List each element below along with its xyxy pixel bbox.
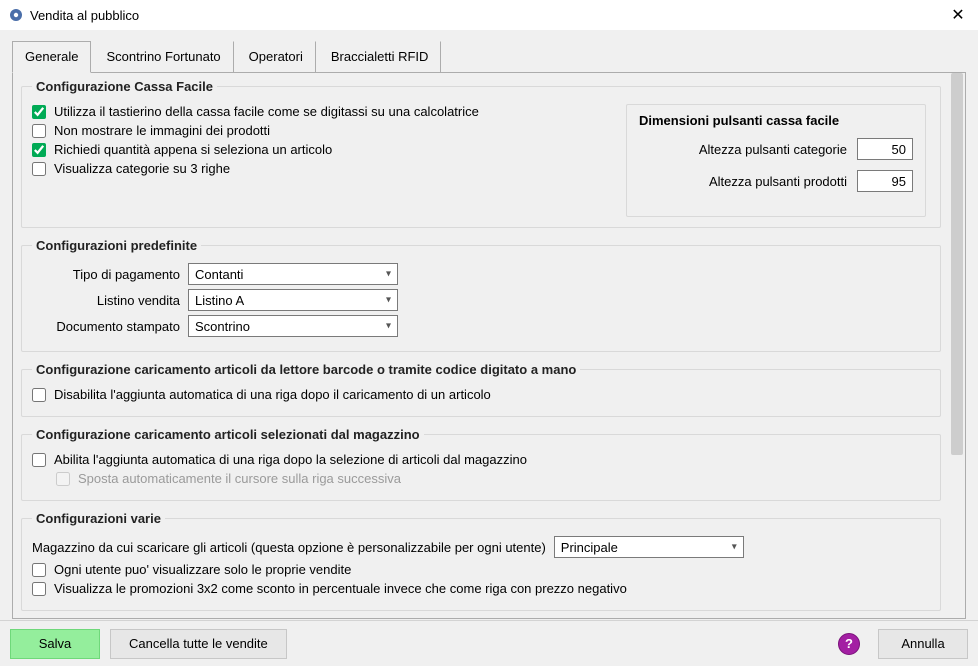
pagamento-select[interactable]: Contanti ▾ (188, 263, 398, 285)
chk-categorie-3righe[interactable] (32, 162, 46, 176)
cancel-all-sales-button-label: Cancella tutte le vendite (129, 636, 268, 651)
chk-no-immagini[interactable] (32, 124, 46, 138)
altezza-prodotti-label: Altezza pulsanti prodotti (709, 174, 847, 189)
scrollbar-thumb[interactable] (951, 73, 963, 455)
help-icon-label: ? (845, 636, 853, 651)
tab-braccialetti-rfid[interactable]: Braccialetti RFID (318, 41, 442, 73)
save-button-label: Salva (39, 636, 72, 651)
altezza-categorie-input[interactable] (857, 138, 913, 160)
tab-scontrino-fortunato[interactable]: Scontrino Fortunato (93, 41, 233, 73)
listino-label: Listino vendita (32, 293, 180, 308)
group-dimensioni-pulsanti-title: Dimensioni pulsanti cassa facile (639, 113, 913, 128)
listino-value: Listino A (195, 293, 244, 308)
chk-disabilita-riga-barcode[interactable] (32, 388, 46, 402)
annulla-button[interactable]: Annulla (878, 629, 968, 659)
tab-generale[interactable]: Generale (12, 41, 91, 73)
close-icon[interactable]: ✕ (946, 5, 970, 25)
chk-promo-3x2[interactable] (32, 582, 46, 596)
chk-disabilita-riga-barcode-label: Disabilita l'aggiunta automatica di una … (54, 387, 491, 402)
chevron-down-icon: ▾ (386, 321, 391, 332)
chk-richiedi-quantita[interactable] (32, 143, 46, 157)
chevron-down-icon: ▾ (386, 269, 391, 280)
save-button[interactable]: Salva (10, 629, 100, 659)
vertical-scrollbar[interactable] (949, 73, 965, 618)
documento-label: Documento stampato (32, 319, 180, 334)
help-icon[interactable]: ? (838, 633, 860, 655)
pagamento-label: Tipo di pagamento (32, 267, 180, 282)
chevron-down-icon: ▾ (732, 542, 737, 553)
chk-abilita-riga-magazzino-label: Abilita l'aggiunta automatica di una rig… (54, 452, 527, 467)
documento-select[interactable]: Scontrino ▾ (188, 315, 398, 337)
group-cassa-facile-legend: Configurazione Cassa Facile (32, 79, 217, 94)
chk-tastierino[interactable] (32, 105, 46, 119)
group-barcode-legend: Configurazione caricamento articoli da l… (32, 362, 580, 377)
group-predefinite-legend: Configurazioni predefinite (32, 238, 201, 253)
chk-tastierino-label: Utilizza il tastierino della cassa facil… (54, 104, 479, 119)
chk-abilita-riga-magazzino[interactable] (32, 453, 46, 467)
tab-operatori[interactable]: Operatori (236, 41, 316, 73)
chk-solo-proprie-vendite-label: Ogni utente puo' visualizzare solo le pr… (54, 562, 351, 577)
listino-select[interactable]: Listino A ▾ (188, 289, 398, 311)
group-magazzino-selezione-legend: Configurazione caricamento articoli sele… (32, 427, 424, 442)
magazzino-scarico-value: Principale (561, 540, 618, 555)
dialog-footer: Salva Cancella tutte le vendite ? Annull… (0, 620, 978, 666)
group-barcode: Configurazione caricamento articoli da l… (21, 362, 941, 417)
documento-value: Scontrino (195, 319, 250, 334)
chk-sposta-cursore (56, 472, 70, 486)
chk-no-immagini-label: Non mostrare le immagini dei prodotti (54, 123, 270, 138)
chk-categorie-3righe-label: Visualizza categorie su 3 righe (54, 161, 230, 176)
chk-solo-proprie-vendite[interactable] (32, 563, 46, 577)
tab-content: Configurazione Cassa Facile Utilizza il … (12, 73, 966, 619)
chk-promo-3x2-label: Visualizza le promozioni 3x2 come sconto… (54, 581, 627, 596)
group-magazzino-selezione: Configurazione caricamento articoli sele… (21, 427, 941, 501)
magazzino-scarico-select[interactable]: Principale ▾ (554, 536, 744, 558)
magazzino-scarico-label: Magazzino da cui scaricare gli articoli … (32, 540, 546, 555)
app-icon (8, 7, 24, 23)
chk-sposta-cursore-label: Sposta automaticamente il cursore sulla … (78, 471, 401, 486)
tab-bar: Generale Scontrino Fortunato Operatori B… (12, 40, 966, 73)
cancel-all-sales-button[interactable]: Cancella tutte le vendite (110, 629, 287, 659)
group-cassa-facile: Configurazione Cassa Facile Utilizza il … (21, 79, 941, 228)
pagamento-value: Contanti (195, 267, 243, 282)
scroll-area: Configurazione Cassa Facile Utilizza il … (13, 73, 949, 618)
chevron-down-icon: ▾ (386, 295, 391, 306)
window-title: Vendita al pubblico (30, 8, 946, 23)
chk-richiedi-quantita-label: Richiedi quantità appena si seleziona un… (54, 142, 332, 157)
group-predefinite: Configurazioni predefinite Tipo di pagam… (21, 238, 941, 352)
titlebar: Vendita al pubblico ✕ (0, 0, 978, 30)
altezza-prodotti-input[interactable] (857, 170, 913, 192)
group-varie-legend: Configurazioni varie (32, 511, 165, 526)
dialog-body: Generale Scontrino Fortunato Operatori B… (0, 30, 978, 620)
annulla-button-label: Annulla (901, 636, 944, 651)
group-dimensioni-pulsanti: Dimensioni pulsanti cassa facile Altezza… (626, 104, 926, 217)
group-varie: Configurazioni varie Magazzino da cui sc… (21, 511, 941, 611)
altezza-categorie-label: Altezza pulsanti categorie (699, 142, 847, 157)
